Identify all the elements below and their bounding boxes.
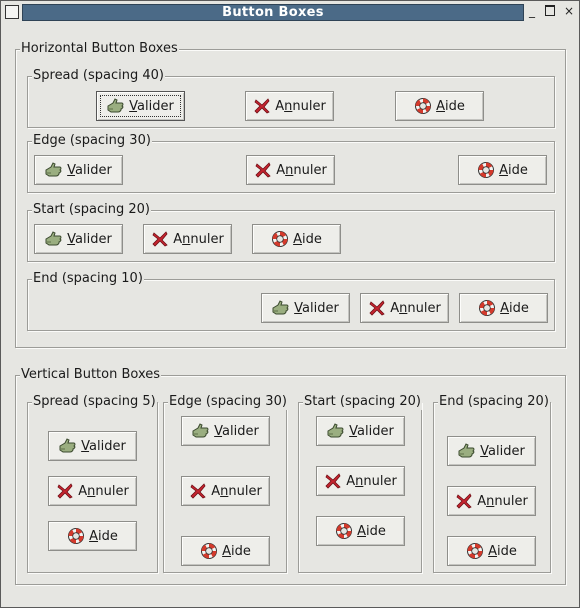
button-label: Annuler [275, 98, 326, 114]
v-spread-annuler-button[interactable]: Annuler [48, 476, 137, 506]
frame-label: Horizontal Button Boxes [20, 41, 179, 57]
window-menu-button[interactable] [5, 5, 19, 19]
ok-hand-icon [327, 422, 345, 440]
v-end-aide-button[interactable]: Aide [447, 536, 536, 566]
cancel-x-icon [253, 97, 271, 115]
ok-hand-icon [272, 299, 290, 317]
button-label: Valider [81, 438, 126, 454]
v-start-valider-button[interactable]: Valider [316, 416, 405, 446]
ok-hand-icon [45, 230, 63, 248]
v-end-annuler-button[interactable]: Annuler [447, 486, 536, 516]
button-label: Aide [357, 523, 386, 539]
v-edge-aide-button[interactable]: Aide [181, 536, 270, 566]
frame-label: Edge (spacing 30) [32, 133, 152, 149]
button-label: Annuler [78, 483, 129, 499]
h-edge-aide-button[interactable]: Aide [458, 155, 547, 185]
close-button[interactable]: × [562, 4, 576, 19]
minimize-button[interactable]: _ [525, 4, 539, 19]
h-spread-aide-button[interactable]: Aide [395, 91, 484, 121]
v-spread-valider-button[interactable]: Valider [48, 431, 137, 461]
ok-hand-icon [59, 437, 77, 455]
frame-label: Edge (spacing 30) [168, 394, 288, 410]
button-label: Aide [500, 300, 529, 316]
cancel-x-icon [455, 492, 473, 510]
h-end-annuler-button[interactable]: Annuler [360, 293, 449, 323]
frame-label: End (spacing 20) [438, 394, 550, 410]
cancel-x-icon [56, 482, 74, 500]
h-edge-valider-button[interactable]: Valider [34, 155, 123, 185]
button-label: Annuler [173, 231, 224, 247]
cancel-x-icon [324, 472, 342, 490]
ok-hand-icon [458, 442, 476, 460]
cancel-x-icon [189, 482, 207, 500]
cancel-x-icon [254, 161, 272, 179]
v-end-valider-button[interactable]: Valider [447, 436, 536, 466]
h-end-valider-button[interactable]: Valider [261, 293, 350, 323]
h-spread-annuler-button[interactable]: Annuler [245, 91, 334, 121]
button-label: Aide [293, 231, 322, 247]
lifebuoy-help-icon [200, 542, 218, 560]
ok-hand-icon [192, 422, 210, 440]
ok-hand-icon [107, 97, 125, 115]
lifebuoy-help-icon [67, 527, 85, 545]
lifebuoy-help-icon [466, 542, 484, 560]
cancel-x-icon [368, 299, 386, 317]
v-start-aide-button[interactable]: Aide [316, 516, 405, 546]
button-label: Valider [480, 443, 525, 459]
button-label: Aide [89, 528, 118, 544]
button-label: Valider [214, 423, 259, 439]
v-edge-valider-button[interactable]: Valider [181, 416, 270, 446]
button-label: Annuler [211, 483, 262, 499]
lifebuoy-help-icon [335, 522, 353, 540]
title-bar[interactable]: Button Boxes _ × [1, 1, 579, 23]
lifebuoy-help-icon [271, 230, 289, 248]
frame-label: Spread (spacing 40) [32, 68, 165, 84]
button-label: Valider [129, 98, 174, 114]
button-label: Aide [436, 98, 465, 114]
h-edge-annuler-button[interactable]: Annuler [246, 155, 335, 185]
frame-label: Spread (spacing 5) [32, 394, 157, 410]
h-start-aide-button[interactable]: Aide [252, 224, 341, 254]
window-title: Button Boxes [22, 4, 524, 21]
frame-label: Vertical Button Boxes [20, 367, 162, 383]
v-edge-annuler-button[interactable]: Annuler [181, 476, 270, 506]
maximize-button[interactable] [543, 4, 557, 19]
button-label: Valider [294, 300, 339, 316]
v-spread-aide-button[interactable]: Aide [48, 521, 137, 551]
cancel-x-icon [151, 230, 169, 248]
button-label: Valider [67, 231, 112, 247]
h-start-valider-button[interactable]: Valider [34, 224, 123, 254]
frame-label: End (spacing 10) [32, 271, 144, 287]
h-start-annuler-button[interactable]: Annuler [143, 224, 232, 254]
button-label: Annuler [390, 300, 441, 316]
button-label: Valider [67, 162, 112, 178]
button-label: Annuler [276, 162, 327, 178]
h-end-aide-button[interactable]: Aide [459, 293, 548, 323]
button-label: Valider [349, 423, 394, 439]
frame-label: Start (spacing 20) [303, 394, 422, 410]
frame-label: Start (spacing 20) [32, 202, 151, 218]
v-start-annuler-button[interactable]: Annuler [316, 466, 405, 496]
lifebuoy-help-icon [477, 161, 495, 179]
button-label: Aide [499, 162, 528, 178]
button-label: Aide [488, 543, 517, 559]
button-label: Aide [222, 543, 251, 559]
button-label: Annuler [346, 473, 397, 489]
lifebuoy-help-icon [414, 97, 432, 115]
lifebuoy-help-icon [478, 299, 496, 317]
ok-hand-icon [45, 161, 63, 179]
button-label: Annuler [477, 493, 528, 509]
button-boxes-window: Button Boxes _ × Horizontal Button Boxes… [0, 0, 580, 608]
h-spread-valider-button[interactable]: Valider [96, 91, 185, 121]
